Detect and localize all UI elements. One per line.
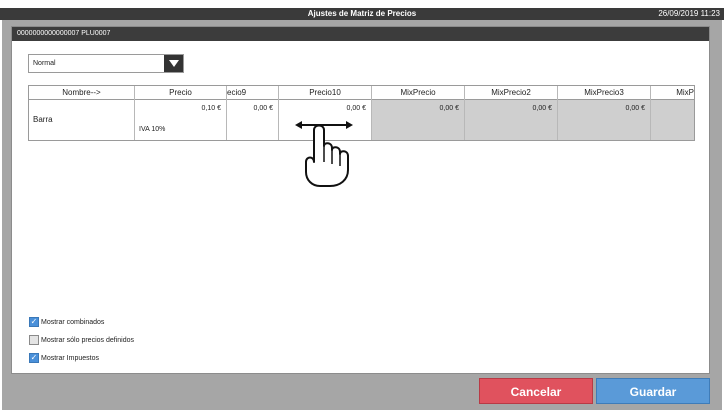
cancel-button[interactable]: Cancelar (479, 378, 593, 404)
option-impuestos[interactable]: Mostrar Impuestos (29, 353, 99, 363)
column-mixprecio2: MixPrecio2 0,00 € (465, 86, 558, 140)
window-title: Ajustes de Matriz de Precios (307, 9, 417, 18)
row-name-cell[interactable]: Barra (29, 100, 134, 140)
save-button[interactable]: Guardar (596, 378, 710, 404)
tax-label: IVA 10% (139, 126, 166, 133)
column-header[interactable]: Precio10 (279, 86, 371, 100)
price-level-select[interactable]: Normal (28, 54, 184, 73)
column-header[interactable]: MixP (651, 86, 694, 100)
price-matrix-panel: 0000000000000007 PLU0007 Normal Nombre--… (11, 26, 710, 374)
clock: 26/09/2019 11:23 (658, 9, 720, 18)
checkbox-checked[interactable] (29, 353, 39, 363)
price-cell[interactable]: 0,00 € (227, 100, 278, 140)
column-header[interactable]: MixPrecio2 (465, 86, 557, 100)
price-cell[interactable]: 0,10 € IVA 10% (135, 100, 226, 140)
price-value: 0,00 € (532, 105, 552, 112)
column-precio9: ecio9 0,00 € (227, 86, 279, 140)
checkbox-unchecked[interactable] (29, 335, 39, 345)
column-mixprecio: MixPrecio 0,00 € (372, 86, 465, 140)
price-cell-disabled: 0,00 € (465, 100, 557, 140)
price-value: 0,00 € (439, 105, 459, 112)
column-header[interactable]: Precio (135, 86, 226, 100)
price-cell-disabled: 0,00 € (372, 100, 464, 140)
column-header[interactable]: MixPrecio (372, 86, 464, 100)
price-value: 0,00 € (253, 105, 273, 112)
option-definidos[interactable]: Mostrar sólo precios definidos (29, 335, 134, 345)
column-header[interactable]: Nombre--> (29, 86, 134, 100)
option-label: Mostrar Impuestos (41, 354, 99, 362)
option-combinados[interactable]: Mostrar combinados (29, 317, 104, 327)
checkbox-checked[interactable] (29, 317, 39, 327)
price-value: 0,10 € (201, 105, 221, 112)
column-header[interactable]: ecio9 (227, 86, 278, 100)
window-titlebar: Ajustes de Matriz de Precios 26/09/2019 … (0, 8, 724, 20)
option-label: Mostrar combinados (41, 318, 105, 326)
column-mixprecio4: MixP (651, 86, 694, 140)
panel-header: 0000000000000007 PLU0007 (12, 27, 709, 41)
row-name: Barra (33, 115, 53, 124)
swipe-horizontal-hand-icon (295, 121, 353, 187)
column-precio: Precio 0,10 € IVA 10% (135, 86, 227, 140)
column-header[interactable]: MixPrecio3 (558, 86, 650, 100)
price-value: 0,00 € (625, 105, 645, 112)
column-mixprecio3: MixPrecio3 0,00 € (558, 86, 651, 140)
option-label: Mostrar sólo precios definidos (41, 336, 134, 344)
column-nombre: Nombre--> Barra (29, 86, 135, 140)
price-cell-disabled: 0,00 € (558, 100, 650, 140)
chevron-down-icon[interactable] (164, 55, 183, 72)
price-level-value: Normal (33, 60, 56, 67)
price-cell-disabled (651, 100, 694, 140)
